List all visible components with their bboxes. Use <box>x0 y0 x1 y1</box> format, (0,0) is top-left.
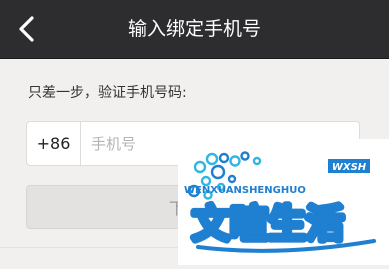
page-title: 输入绑定手机号 <box>127 18 261 40</box>
watermark-logo: WXSH WENXUANSHENGHUO 文暄生活 文暄生活 <box>178 139 389 265</box>
watermark-brand-text: 文暄生活 <box>192 202 344 246</box>
watermark-graphic: WXSH WENXUANSHENGHUO 文暄生活 文暄生活 <box>184 151 376 253</box>
country-code-selector[interactable]: +86 <box>27 122 81 165</box>
instruction-text: 只差一步，验证手机号码: <box>28 85 187 101</box>
navigation-bar: 输入绑定手机号 <box>0 0 389 59</box>
watermark-latin-text: WENXUANSHENGHUO <box>184 185 306 196</box>
badge-text: WXSH <box>332 162 367 173</box>
